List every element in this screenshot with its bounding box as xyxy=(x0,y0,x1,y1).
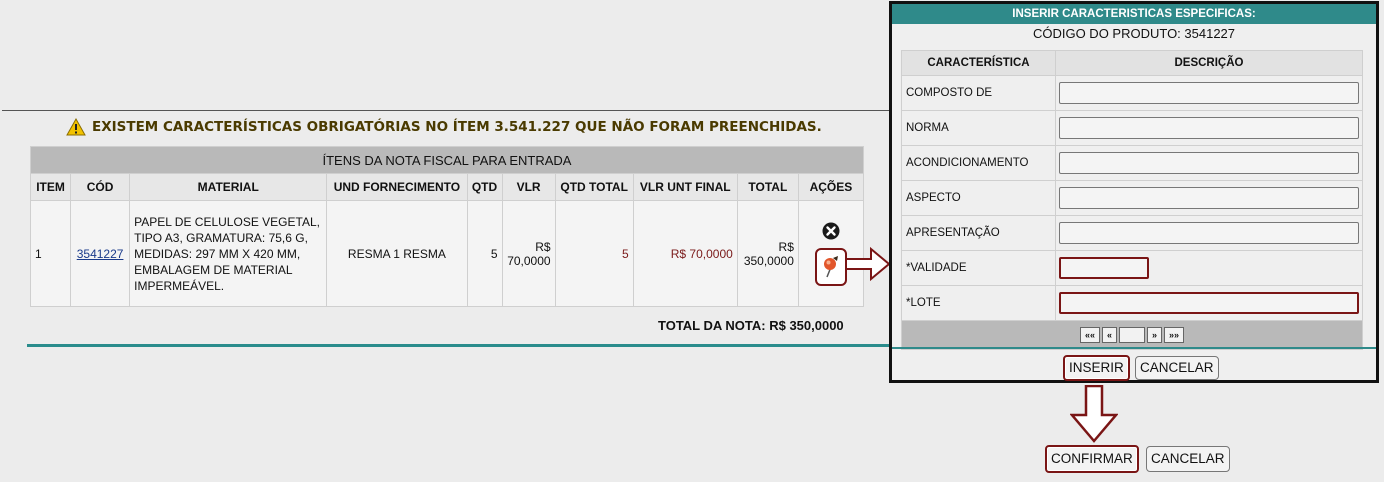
col-header-descricao: DESCRIÇÃO xyxy=(1055,50,1363,76)
col-header-vlr: VLR xyxy=(501,173,556,201)
items-table-caption: ÍTENS DA NOTA FISCAL PARA ENTRADA xyxy=(30,146,864,174)
field-label-norma: NORMA xyxy=(901,110,1056,146)
col-header-cod: CÓD xyxy=(70,173,131,201)
lote-input[interactable] xyxy=(1059,292,1359,314)
acondicionamento-input[interactable] xyxy=(1059,152,1359,174)
cell-und: RESMA 1 RESMA xyxy=(326,200,468,307)
warning-message: EXISTEM CARACTERÍSTICAS OBRIGATÓRIAS NO … xyxy=(66,117,822,137)
aspecto-input[interactable] xyxy=(1059,187,1359,209)
field-label-validade: *VALIDADE xyxy=(901,250,1056,286)
field-label-acondicionamento: ACONDICIONAMENTO xyxy=(901,145,1056,181)
top-divider xyxy=(2,110,890,111)
col-header-item: ITEM xyxy=(29,173,72,201)
product-code-link[interactable]: 3541227 xyxy=(77,247,124,261)
col-header-qtd: QTD xyxy=(466,173,503,201)
total-nota: TOTAL DA NOTA: R$ 350,0000 xyxy=(658,318,844,333)
cancel-button[interactable]: CANCELAR xyxy=(1146,446,1230,472)
col-header-total: TOTAL xyxy=(736,173,799,201)
page-next-button[interactable]: » xyxy=(1147,327,1163,343)
items-table: ÍTENS DA NOTA FISCAL PARA ENTRADA ITEM C… xyxy=(29,146,865,307)
col-header-acoes: AÇÕES xyxy=(797,173,865,201)
page-number-field[interactable] xyxy=(1119,327,1145,343)
dialog-divider xyxy=(892,347,1376,349)
table-row: APRESENTAÇÃO xyxy=(901,215,1363,251)
cell-qtd-total: 5 xyxy=(554,200,634,307)
field-label-composto: COMPOSTO DE xyxy=(901,75,1056,111)
table-row: ASPECTO xyxy=(901,180,1363,216)
cell-qtd: 5 xyxy=(466,200,503,307)
confirm-button[interactable]: CONFIRMAR xyxy=(1045,445,1139,473)
table-row: *LOTE xyxy=(901,285,1363,321)
table-row: COMPOSTO DE xyxy=(901,75,1363,111)
arrow-down-icon xyxy=(1070,385,1118,443)
edit-characteristics-button[interactable] xyxy=(814,247,847,286)
field-label-apresentacao: APRESENTAÇÃO xyxy=(901,215,1056,251)
pagination: «« « » »» xyxy=(1079,327,1185,343)
table-row: ACONDICIONAMENTO xyxy=(901,145,1363,181)
cell-total: R$ 350,0000 xyxy=(736,200,799,307)
table-row: *VALIDADE xyxy=(901,250,1363,286)
validade-input[interactable] xyxy=(1059,257,1149,279)
cell-vlr: R$ 70,0000 xyxy=(501,200,556,307)
edit-pin-icon xyxy=(823,255,838,277)
cell-material: PAPEL DE CELULOSE VEGETAL, TIPO A3, GRAM… xyxy=(129,200,328,307)
composto-de-input[interactable] xyxy=(1059,82,1359,104)
field-label-lote: *LOTE xyxy=(901,285,1056,321)
col-header-vlr-unt-final: VLR UNT FINAL xyxy=(632,173,738,201)
dialog-title: INSERIR CARACTERISTICAS ESPECIFICAS: xyxy=(892,4,1376,24)
page-prev-button[interactable]: « xyxy=(1101,327,1117,343)
dialog-cancel-button[interactable]: CANCELAR xyxy=(1135,356,1219,380)
col-header-material: MATERIAL xyxy=(129,173,328,201)
col-header-qtd-total: QTD TOTAL xyxy=(554,173,634,201)
col-header-und: UND FORNECIMENTO xyxy=(326,173,468,201)
dialog-product-code: CÓDIGO DO PRODUTO: 3541227 xyxy=(1032,26,1236,41)
characteristics-dialog: INSERIR CARACTERISTICAS ESPECIFICAS: CÓD… xyxy=(889,1,1379,383)
table-row: NORMA xyxy=(901,110,1363,146)
page-first-button[interactable]: «« xyxy=(1079,327,1100,343)
delete-icon[interactable] xyxy=(822,222,840,240)
norma-input[interactable] xyxy=(1059,117,1359,139)
page-last-button[interactable]: »» xyxy=(1164,327,1185,343)
characteristics-table: CARACTERÍSTICA DESCRIÇÃO COMPOSTO DE NOR… xyxy=(901,50,1363,350)
warning-icon xyxy=(66,118,86,136)
cell-item: 1 xyxy=(29,200,72,307)
insert-button[interactable]: INSERIR xyxy=(1063,355,1130,381)
section-divider xyxy=(27,344,890,347)
arrow-right-icon xyxy=(845,246,891,282)
col-header-caracteristica: CARACTERÍSTICA xyxy=(901,50,1056,76)
warning-text: EXISTEM CARACTERÍSTICAS OBRIGATÓRIAS NO … xyxy=(92,119,822,135)
apresentacao-input[interactable] xyxy=(1059,222,1359,244)
field-label-aspecto: ASPECTO xyxy=(901,180,1056,216)
table-row: 1 3541227 PAPEL DE CELULOSE VEGETAL, TIP… xyxy=(29,200,865,307)
cell-vlr-unt-final: R$ 70,0000 xyxy=(632,200,738,307)
